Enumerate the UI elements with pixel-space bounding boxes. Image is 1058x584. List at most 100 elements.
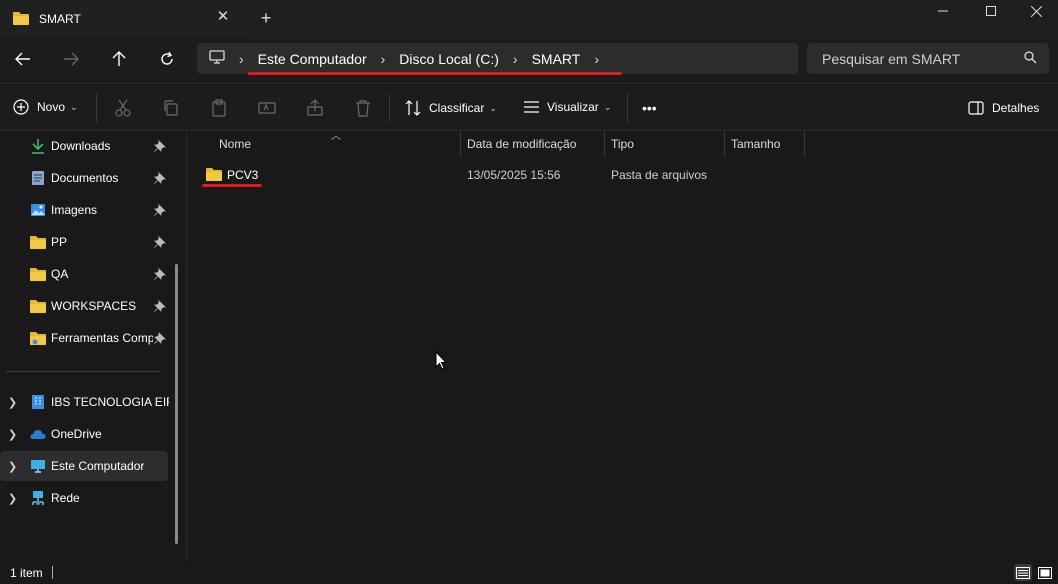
computer-icon xyxy=(31,460,45,473)
window-tab[interactable]: SMART ✕ xyxy=(0,0,244,38)
file-modified: 13/05/2025 15:56 xyxy=(467,168,561,182)
close-tab-icon[interactable]: ✕ xyxy=(216,9,230,24)
sidebar-item-label: WORKSPACES xyxy=(51,299,137,313)
tab-title: SMART xyxy=(39,12,81,26)
new-tab-button[interactable]: + xyxy=(258,9,274,27)
new-label: Novo xyxy=(37,100,66,114)
sidebar-item-label: Rede xyxy=(51,491,80,505)
network-icon xyxy=(32,491,44,505)
chevron-right-icon[interactable]: ❯ xyxy=(8,396,18,409)
pin-icon[interactable] xyxy=(154,140,166,152)
sidebar-item-ibs-tecnologia[interactable]: ❯ IBS TECNOLOGIA EIRE xyxy=(0,387,169,417)
search-placeholder: Pesquisar em SMART xyxy=(822,50,961,67)
paste-icon[interactable] xyxy=(210,99,228,117)
close-window-button[interactable] xyxy=(1013,0,1058,22)
chevron-right-icon[interactable]: ❯ xyxy=(8,460,18,473)
column-divider[interactable] xyxy=(724,131,725,156)
sidebar-item-este-computador[interactable]: ❯ Este Computador xyxy=(0,451,168,481)
details-view-button[interactable] xyxy=(1014,564,1032,581)
column-name[interactable]: Nome xyxy=(219,137,251,151)
column-size[interactable]: Tamanho xyxy=(731,137,780,151)
sidebar-item-downloads[interactable]: Downloads xyxy=(0,131,168,161)
sidebar-item-label: Imagens xyxy=(51,203,98,217)
breadcrumb[interactable]: › Este Computador › Disco Local (C:) › S… xyxy=(197,43,798,74)
column-divider[interactable] xyxy=(604,131,605,156)
file-name[interactable]: PCV3 xyxy=(227,168,258,182)
details-view-icon xyxy=(1016,566,1030,579)
plus-circle-icon xyxy=(13,99,29,115)
folder-icon xyxy=(13,11,29,28)
pin-icon[interactable] xyxy=(154,236,166,248)
chevron-right-icon[interactable]: › xyxy=(594,51,599,67)
chevron-right-icon[interactable]: ❯ xyxy=(8,492,18,505)
refresh-button[interactable] xyxy=(157,50,177,68)
annotation-underline xyxy=(248,72,622,75)
chevron-down-icon: ⌄ xyxy=(489,102,497,113)
sidebar-item-label: IBS TECNOLOGIA EIRE xyxy=(51,395,169,409)
sidebar-item-pp[interactable]: PP xyxy=(0,227,168,257)
maximize-button[interactable] xyxy=(968,0,1014,22)
refresh-icon xyxy=(161,52,173,65)
rename-icon[interactable] xyxy=(258,99,276,117)
forward-button[interactable] xyxy=(61,50,81,68)
view-button[interactable]: Visualizar ⌄ xyxy=(523,100,611,114)
toolbar-divider xyxy=(96,94,97,122)
annotation-underline xyxy=(202,184,262,187)
column-type[interactable]: Tipo xyxy=(611,137,634,151)
download-icon xyxy=(32,139,44,154)
folder-icon xyxy=(30,300,46,313)
copy-icon[interactable] xyxy=(162,99,180,117)
chevron-down-icon: ⌄ xyxy=(70,101,78,112)
share-icon[interactable] xyxy=(306,99,324,117)
sidebar-item-ferramentas[interactable]: Ferramentas Comp xyxy=(0,323,168,353)
close-icon xyxy=(1030,5,1042,17)
view-label: Visualizar xyxy=(547,100,599,114)
column-divider[interactable] xyxy=(460,131,461,156)
tiles-view-button[interactable] xyxy=(1036,564,1054,581)
sidebar-item-label: Ferramentas Comp xyxy=(51,331,153,345)
maximize-icon xyxy=(986,6,996,16)
minimize-button[interactable] xyxy=(920,0,966,22)
sort-button[interactable]: Classificar ⌄ xyxy=(405,100,497,116)
chevron-right-icon: › xyxy=(239,50,244,67)
sidebar-scrollbar[interactable] xyxy=(175,264,178,544)
sidebar-item-label: PP xyxy=(51,235,68,249)
chevron-right-icon[interactable]: ❯ xyxy=(8,428,18,441)
details-button[interactable]: Detalhes xyxy=(968,101,1039,115)
delete-icon[interactable] xyxy=(354,99,372,117)
pin-icon[interactable] xyxy=(154,204,166,216)
sidebar-item-label: QA xyxy=(51,267,69,281)
breadcrumb-item[interactable]: Este Computador xyxy=(258,51,367,67)
sidebar-item-rede[interactable]: ❯ Rede xyxy=(0,483,168,513)
sidebar-item-onedrive[interactable]: ❯ OneDrive xyxy=(0,419,168,449)
pin-icon[interactable] xyxy=(154,268,166,280)
new-button[interactable]: Novo ⌄ xyxy=(13,99,78,115)
more-options-button[interactable]: ••• xyxy=(642,100,657,116)
search-input[interactable]: Pesquisar em SMART xyxy=(807,43,1049,74)
column-modified[interactable]: Data de modificação xyxy=(467,137,576,151)
breadcrumb-item[interactable]: SMART xyxy=(532,51,581,67)
cut-icon[interactable] xyxy=(114,99,132,117)
status-divider xyxy=(52,566,53,579)
pin-icon[interactable] xyxy=(154,172,166,184)
up-button[interactable] xyxy=(109,50,129,68)
sidebar-item-documents[interactable]: Documentos xyxy=(0,163,168,193)
status-bar xyxy=(0,561,1058,584)
mouse-cursor-icon xyxy=(435,351,447,370)
pin-icon[interactable] xyxy=(154,332,166,344)
sidebar-item-images[interactable]: Imagens xyxy=(0,195,168,225)
details-pane-icon xyxy=(968,101,984,115)
sidebar-item-workspaces[interactable]: WORKSPACES xyxy=(0,291,168,321)
details-label: Detalhes xyxy=(992,101,1040,115)
breadcrumb-item[interactable]: Disco Local (C:) xyxy=(399,51,499,67)
large-icons-view-icon xyxy=(1038,566,1052,579)
sidebar-item-qa[interactable]: QA xyxy=(0,259,168,289)
column-divider[interactable] xyxy=(804,131,805,156)
back-button[interactable] xyxy=(13,50,33,68)
sort-ascending-icon: ︿ xyxy=(331,131,341,142)
shared-folder-icon xyxy=(30,332,46,345)
pin-icon[interactable] xyxy=(154,300,166,312)
toolbar-divider xyxy=(627,94,628,122)
chevron-right-icon: › xyxy=(512,50,518,67)
sidebar-item-label: OneDrive xyxy=(51,427,102,441)
